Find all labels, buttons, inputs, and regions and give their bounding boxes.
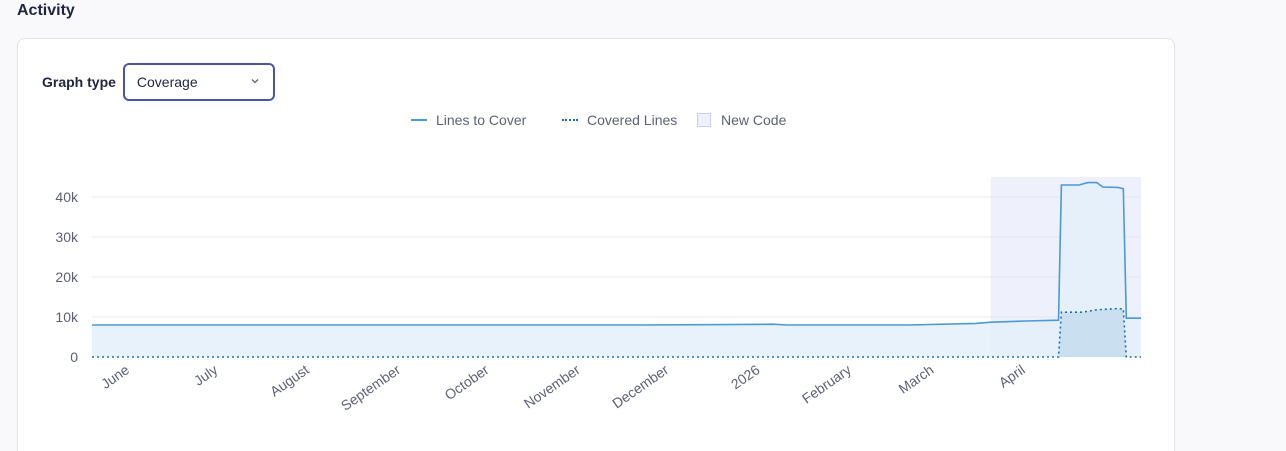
y-tick-label: 0 xyxy=(70,349,78,365)
x-tick-label: August xyxy=(267,361,312,399)
x-tick-label: 2026 xyxy=(728,361,763,392)
x-tick-label: April xyxy=(996,361,1028,390)
x-tick-label: September xyxy=(338,361,404,414)
x-tick-label: October xyxy=(442,361,492,403)
x-tick-label: December xyxy=(609,361,671,411)
y-tick-label: 10k xyxy=(55,309,79,325)
lines-to-cover-area xyxy=(92,182,1141,357)
y-tick-label: 40k xyxy=(55,189,79,205)
coverage-chart: 0 10k 20k 30k 40k June July August September Octo… xyxy=(55,177,1141,414)
x-tick-label: June xyxy=(98,361,132,392)
x-tick-label: March xyxy=(895,361,936,396)
y-tick-label: 30k xyxy=(55,229,79,245)
y-tick-label: 20k xyxy=(55,269,79,285)
x-tick-label: July xyxy=(191,361,221,388)
x-tick-label: February xyxy=(799,361,854,406)
lines-to-cover-line xyxy=(92,181,1141,326)
activity-page: Activity Graph type Coverage Lines to Co… xyxy=(0,0,1286,451)
x-tick-label: November xyxy=(521,361,583,411)
